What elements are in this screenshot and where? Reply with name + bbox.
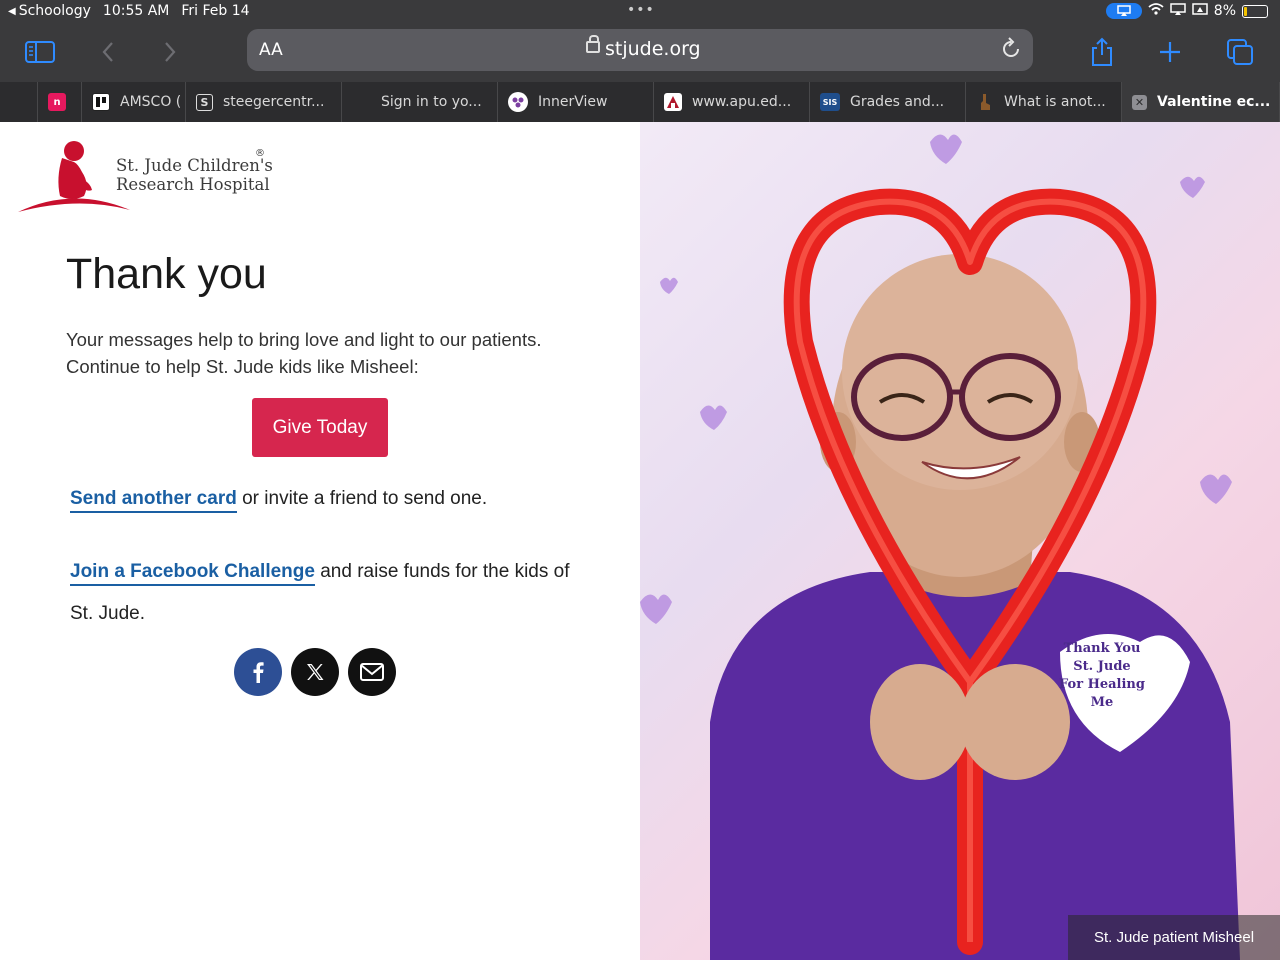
tab-label: www.apu.ed... (692, 94, 792, 110)
facebook-line: Join a Facebook Challenge and raise fund… (70, 551, 590, 635)
logo-line2: Research Hospital (116, 175, 270, 194)
shirt-text-line4: Me (1091, 695, 1114, 710)
new-tab-button[interactable] (1152, 34, 1188, 70)
give-today-button[interactable]: Give Today (252, 398, 388, 457)
tab-label: Grades and... (850, 94, 945, 110)
back-app-label: Schoology (18, 3, 91, 19)
llama-favicon-icon (976, 93, 994, 111)
page-title: Thank you (66, 250, 267, 298)
sis-favicon-icon: SIS (820, 93, 840, 111)
tab-0[interactable]: n (38, 82, 82, 122)
reload-button[interactable] (999, 37, 1023, 61)
send-card-rest-text: or invite a friend to send one. (236, 488, 488, 509)
back-to-app-button[interactable]: ◀ Schoology (8, 3, 91, 19)
n-favicon-icon: n (48, 93, 66, 111)
plus-icon (1160, 42, 1180, 62)
facebook-challenge-link[interactable]: Join a Facebook Challenge (70, 561, 315, 586)
tab-label: What is anot... (1004, 94, 1106, 110)
tab-label: AMSCO ( (120, 94, 182, 110)
message-line-2: Continue to help St. Jude kids like Mish… (66, 356, 419, 377)
tab-label: steegercentr... (223, 94, 325, 110)
battery-icon (1242, 4, 1268, 18)
facebook-icon (253, 662, 264, 683)
microsoft-favicon-icon (352, 93, 371, 112)
tab-label: Valentine ec... (1157, 94, 1271, 110)
tab-8-active[interactable]: ✕ Valentine ec... (1122, 82, 1280, 122)
share-button[interactable] (1084, 34, 1120, 70)
share-icon (1092, 37, 1112, 66)
status-bar: ◀ Schoology 10:55 AM Fri Feb 14 ••• 8% (0, 0, 1280, 24)
patient-photo: Thank You St. Jude For Healing Me (640, 134, 1240, 960)
status-date: Fri Feb 14 (181, 3, 250, 19)
hero-photo: Thank You St. Jude For Healing Me St. Ju… (640, 122, 1280, 960)
url-text: stjude.org (605, 38, 701, 60)
tab-empty[interactable] (0, 82, 38, 122)
logo-text: St. Jude Children's Research Hospital (116, 156, 273, 194)
innerview-favicon-icon (508, 92, 528, 112)
tabs-icon (1227, 39, 1253, 65)
multitask-dots[interactable]: ••• (627, 2, 655, 18)
text-size-button[interactable]: AA (259, 40, 283, 60)
photo-caption: St. Jude patient Misheel (1068, 915, 1280, 960)
facebook-share-button[interactable] (234, 648, 282, 696)
tab-3[interactable]: Sign in to yo... (342, 82, 498, 122)
message-line-1: Your messages help to bring love and lig… (66, 329, 542, 350)
back-triangle-icon: ◀ (8, 5, 16, 17)
battery-percent: 8% (1213, 3, 1236, 19)
registered-mark: ® (255, 148, 265, 159)
lock-icon (586, 35, 600, 53)
tab-4[interactable]: InnerView (498, 82, 654, 122)
close-tab-icon[interactable]: ✕ (1132, 94, 1147, 110)
airplay-icon (1170, 3, 1186, 19)
page-content: St. Jude Children's Research Hospital ® … (0, 122, 1280, 960)
tabs-overview-button[interactable] (1222, 34, 1258, 70)
x-share-button[interactable] (291, 648, 339, 696)
st-jude-logo[interactable]: St. Jude Children's Research Hospital ® (18, 138, 278, 218)
back-button[interactable] (90, 34, 126, 70)
shirt-text-line2: St. Jude (1073, 659, 1130, 674)
chevron-right-icon (165, 42, 176, 62)
tab-7[interactable]: What is anot... (966, 82, 1122, 122)
envelope-icon (360, 663, 384, 681)
chevron-left-icon (102, 42, 113, 62)
s-favicon-icon: S (196, 93, 213, 111)
tab-2[interactable]: S steegercentr... (186, 82, 342, 122)
tab-label: Sign in to yo... (381, 94, 482, 110)
sidebar-icon (25, 41, 55, 63)
left-pane: St. Jude Children's Research Hospital ® … (0, 122, 640, 960)
screen-mirroring-icon (1105, 3, 1142, 19)
tab-label: InnerView (538, 94, 608, 110)
shirt-text-line1: Thank You (1064, 641, 1141, 656)
amsco-favicon-icon (92, 93, 110, 111)
reload-icon (1003, 37, 1019, 57)
screen-record-icon (1192, 3, 1208, 19)
apu-favicon-icon (664, 93, 682, 111)
tab-strip: n AMSCO ( S steegercentr... Sign in to y… (0, 82, 1280, 122)
address-bar[interactable]: AA stjude.org (247, 29, 1033, 71)
tab-1[interactable]: AMSCO ( (82, 82, 186, 122)
forward-button[interactable] (152, 34, 188, 70)
email-share-button[interactable] (348, 648, 396, 696)
tab-6[interactable]: SIS Grades and... (810, 82, 966, 122)
status-time: 10:55 AM (102, 3, 170, 19)
send-card-line: Send another card or invite a friend to … (70, 488, 488, 513)
sidebar-button[interactable] (22, 34, 58, 70)
shirt-text-line3: For Healing (1059, 677, 1145, 692)
logo-line1: St. Jude Children's (116, 156, 273, 175)
browser-toolbar: AA stjude.org (0, 24, 1280, 82)
thank-you-message: Your messages help to bring love and lig… (66, 326, 606, 380)
x-logo-icon (307, 664, 324, 680)
tab-5[interactable]: www.apu.ed... (654, 82, 810, 122)
send-another-card-link[interactable]: Send another card (70, 488, 237, 513)
wifi-icon (1148, 3, 1164, 19)
